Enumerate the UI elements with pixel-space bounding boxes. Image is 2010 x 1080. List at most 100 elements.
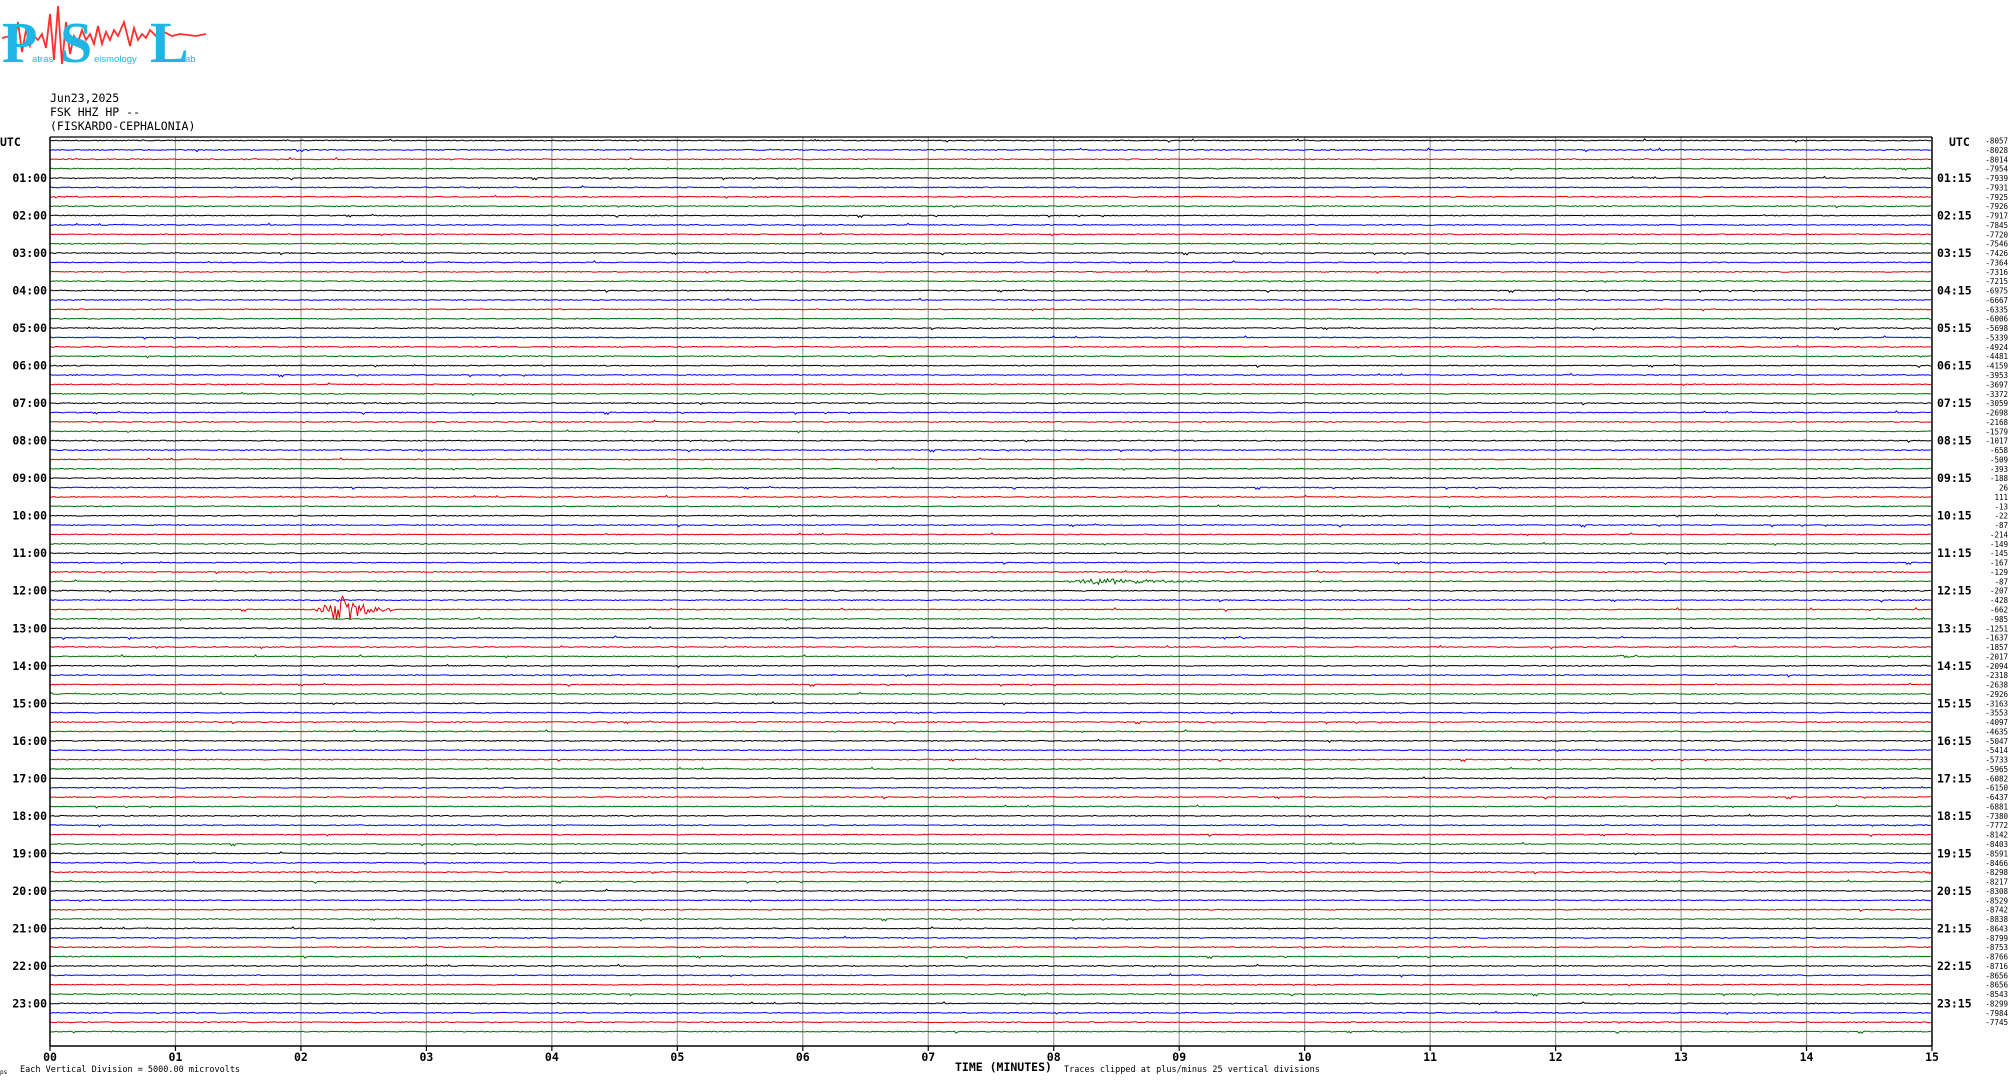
seismic-trace xyxy=(49,804,1932,809)
trace-offset-value: -3953 xyxy=(1985,371,2008,380)
trace-offset-value: -7426 xyxy=(1985,249,2008,258)
trace-offset-value: -393 xyxy=(1990,465,2008,474)
left-hour-label: 11:00 xyxy=(12,546,47,560)
seismic-trace xyxy=(49,569,1932,575)
left-hour-label: 04:00 xyxy=(12,284,47,298)
trace-offset-value: -2318 xyxy=(1985,671,2008,680)
seismic-trace xyxy=(49,307,1932,312)
trace-offset-value: -8591 xyxy=(1985,849,2008,858)
trace-offset-value: -7720 xyxy=(1985,230,2008,239)
left-hour-label: 05:00 xyxy=(12,321,47,335)
trace-offset-value: -188 xyxy=(1990,474,2009,483)
trace-offset-value: -8299 xyxy=(1985,999,2008,1008)
seismic-trace xyxy=(49,185,1931,190)
seismic-trace xyxy=(49,625,1932,630)
right-hour-label: 18:15 xyxy=(1937,809,1972,823)
x-tick-label: 08 xyxy=(1047,1050,1061,1064)
seismic-trace xyxy=(49,156,1932,161)
seismic-trace xyxy=(49,494,1932,499)
seismic-trace xyxy=(49,260,1931,265)
trace-offset-value: -7925 xyxy=(1985,193,2008,202)
trace-offset-value: -7917 xyxy=(1985,212,2008,221)
trace-offset-value: -4097 xyxy=(1985,718,2008,727)
x-tick-label: 00 xyxy=(43,1050,57,1064)
left-hour-label: 15:00 xyxy=(12,696,47,710)
seismic-trace xyxy=(49,419,1932,424)
trace-offset-value: -428 xyxy=(1990,596,2009,605)
trace-offset-value: -7316 xyxy=(1985,268,2008,277)
trace-offset-value: -5414 xyxy=(1985,746,2008,755)
trace-offset-value: -3697 xyxy=(1985,380,2008,389)
seismic-trace xyxy=(49,748,1932,753)
seismic-trace xyxy=(49,204,1932,209)
seismic-trace xyxy=(49,363,1931,369)
seismic-trace xyxy=(49,326,1932,331)
trace-offset-value: -7939 xyxy=(1985,174,2008,183)
seismic-trace xyxy=(49,232,1932,237)
seismic-trace xyxy=(49,917,1932,922)
trace-offset-value: -2698 xyxy=(1985,409,2008,418)
x-tick-label: 07 xyxy=(921,1050,935,1064)
trace-offset-value: -1579 xyxy=(1985,427,2008,436)
trace-offset-value: -6150 xyxy=(1985,784,2008,793)
seismic-trace xyxy=(49,908,1932,913)
right-hour-label: 03:15 xyxy=(1937,246,1972,260)
x-tick-label: 01 xyxy=(169,1050,183,1064)
left-hour-label: 08:00 xyxy=(12,434,47,448)
seismic-trace xyxy=(49,466,1931,472)
trace-offset-value: -8403 xyxy=(1985,840,2008,849)
right-hour-label: 10:15 xyxy=(1937,509,1972,523)
x-tick-label: 09 xyxy=(1172,1050,1186,1064)
seismic-trace xyxy=(49,288,1932,294)
left-hour-label: 06:00 xyxy=(12,359,47,373)
right-hour-label: 05:15 xyxy=(1937,321,1972,335)
seismic-trace xyxy=(49,898,1931,903)
scale-note: Each Vertical Division = 5000.00 microvo… xyxy=(20,1065,240,1075)
trace-offset-value: -8643 xyxy=(1985,924,2008,933)
seismic-trace xyxy=(49,401,1932,406)
x-tick-label: 11 xyxy=(1423,1050,1437,1064)
trace-offset-value: -8308 xyxy=(1985,887,2008,896)
seismic-trace xyxy=(49,551,1932,555)
trace-offset-value: -8014 xyxy=(1985,155,2008,164)
seismic-trace xyxy=(49,663,1932,669)
right-hour-label: 07:15 xyxy=(1937,396,1972,410)
trace-offset-value: -6881 xyxy=(1985,802,2008,811)
seismic-trace xyxy=(49,860,1932,866)
trace-offset-value: -8298 xyxy=(1985,868,2008,877)
trace-offset-value: -5339 xyxy=(1985,333,2008,342)
trace-offset-value: -7546 xyxy=(1985,240,2008,249)
right-hour-label: 19:15 xyxy=(1937,846,1972,860)
trace-offset-value: -6335 xyxy=(1985,305,2008,314)
helicorder-plot: UTC UTC TIME (MINUTES) 00 01 02 03 04 05 06 07 0… xyxy=(0,135,2009,1076)
trace-offset-value: -2926 xyxy=(1985,690,2008,699)
seismic-trace xyxy=(49,476,1932,481)
x-tick-label: 04 xyxy=(545,1050,559,1064)
trace-offset-value: -5047 xyxy=(1985,737,2008,746)
right-axis-label: UTC xyxy=(1949,135,1970,149)
trace-offset-value: -5733 xyxy=(1985,756,2008,765)
trace-offset-value: -8716 xyxy=(1985,962,2008,971)
x-tick-label: 12 xyxy=(1549,1050,1563,1064)
trace-offset-value: -129 xyxy=(1990,568,2008,577)
left-hour-label: 13:00 xyxy=(12,621,47,635)
seismic-trace xyxy=(49,644,1932,650)
trace-offset-value: -167 xyxy=(1990,559,2008,568)
seismic-trace xyxy=(49,635,1932,641)
trace-offset-value: -6437 xyxy=(1985,793,2008,802)
trace-offset-value: -4481 xyxy=(1985,352,2008,361)
trace-offset-value: -5698 xyxy=(1985,324,2008,333)
seismic-trace xyxy=(50,701,1932,706)
seismic-trace xyxy=(49,832,1932,838)
seismic-trace xyxy=(49,560,1932,566)
seismic-trace xyxy=(49,541,1932,547)
x-tick-label: 05 xyxy=(670,1050,684,1064)
seismic-trace xyxy=(49,213,1932,219)
seismic-trace xyxy=(49,673,1932,678)
left-axis-label: UTC xyxy=(0,135,21,149)
trace-offset-value: -8766 xyxy=(1985,953,2008,962)
seismic-trace xyxy=(49,175,1931,181)
seismic-trace xyxy=(49,851,1932,856)
trace-offset-value: -7745 xyxy=(1985,1018,2008,1027)
corner-mark: ps xyxy=(0,1069,8,1076)
